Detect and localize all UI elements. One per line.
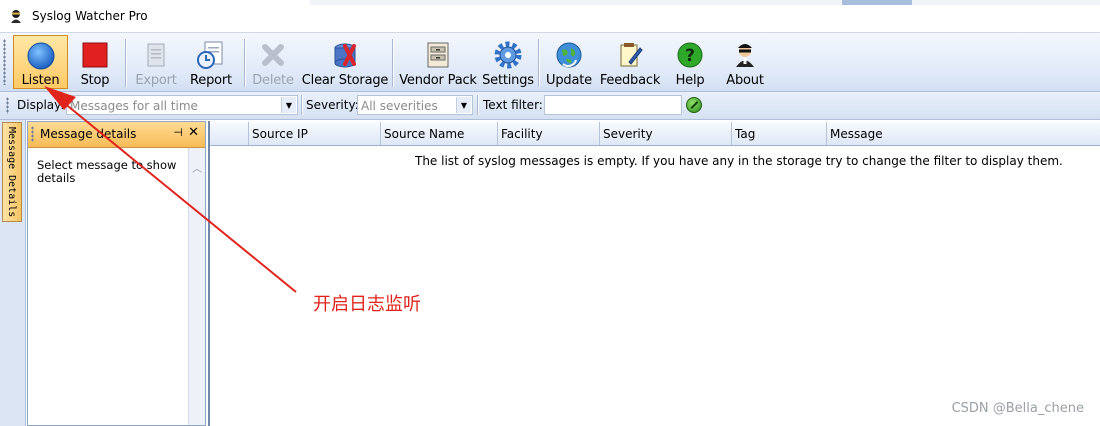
toolbar-separator <box>392 39 394 87</box>
about-button-label: About <box>726 73 764 88</box>
toolbar-separator <box>125 39 127 87</box>
clear-storage-button[interactable]: Clear Storage <box>302 35 388 89</box>
toolbar-grip[interactable] <box>3 39 6 85</box>
update-button-label: Update <box>546 73 592 88</box>
display-select[interactable]: Messages for all time ▼ <box>66 95 298 115</box>
background-window-highlight <box>842 0 912 5</box>
column-header-source-ip[interactable]: Source IP <box>248 122 380 145</box>
vendor-pack-button-label: Vendor Pack <box>399 73 477 88</box>
severity-label: Severity: <box>306 98 359 112</box>
watermark: CSDN @Bella_chene <box>951 401 1084 416</box>
column-header-source-name[interactable]: Source Name <box>380 122 497 145</box>
panel-body-text: Select message to show details <box>37 158 177 185</box>
toolbar-separator <box>244 39 246 87</box>
chevron-down-icon[interactable]: ▼ <box>456 97 471 113</box>
column-header-selector[interactable] <box>210 122 248 145</box>
apply-filter-icon[interactable] <box>686 97 702 113</box>
help-button[interactable]: ? Help <box>668 35 712 89</box>
empty-list-message: The list of syslog messages is empty. If… <box>415 154 1063 168</box>
chevron-down-icon[interactable]: ▼ <box>281 97 296 113</box>
column-header-message[interactable]: Message <box>826 122 1100 145</box>
settings-button-label: Settings <box>482 73 534 88</box>
panel-grip[interactable] <box>31 126 34 142</box>
message-grid: Source IP Source Name Facility Severity … <box>208 121 1100 426</box>
update-button[interactable]: Update <box>544 35 594 89</box>
globe-update-icon <box>553 39 585 71</box>
text-filter-label: Text filter: <box>483 98 543 112</box>
chevron-up-icon[interactable]: ︿ <box>192 160 202 175</box>
column-header-tag[interactable]: Tag <box>731 122 826 145</box>
filter-toolbar: Display: Messages for all time ▼ Severit… <box>0 92 1100 120</box>
cabinet-icon <box>422 39 454 71</box>
grid-header: Source IP Source Name Facility Severity … <box>210 122 1100 146</box>
close-icon[interactable]: ✕ <box>188 125 199 140</box>
panel-scrollbar[interactable]: ︿ <box>188 148 205 425</box>
main-toolbar: Listen Stop Export Report Delete Clear S… <box>0 33 1100 92</box>
display-select-value: Messages for all time <box>70 99 198 113</box>
filterbar-separator <box>477 95 479 115</box>
report-button[interactable]: Report <box>186 35 236 89</box>
window-title: Syslog Watcher Pro <box>32 9 148 23</box>
circle-blue-icon <box>25 40 57 71</box>
agent-icon <box>729 39 761 71</box>
gear-icon <box>492 39 524 71</box>
export-button[interactable]: Export <box>132 35 180 89</box>
column-header-facility[interactable]: Facility <box>497 122 599 145</box>
database-clear-icon <box>329 39 361 71</box>
stop-button-label: Stop <box>80 73 110 88</box>
settings-button[interactable]: Settings <box>482 35 534 89</box>
feedback-button-label: Feedback <box>599 73 661 88</box>
panel-header: Message details ⊣ ✕ <box>28 122 205 148</box>
report-clock-icon <box>195 39 227 71</box>
filterbar-grip[interactable] <box>6 97 9 114</box>
square-red-icon <box>79 39 111 71</box>
display-label: Display: <box>17 98 65 112</box>
panel-title: Message details <box>40 127 137 141</box>
question-icon: ? <box>674 39 706 71</box>
export-button-label: Export <box>135 73 177 88</box>
pin-icon[interactable]: ⊣ <box>173 126 183 139</box>
filterbar-separator <box>301 95 303 115</box>
app-logo-icon <box>11 10 21 23</box>
help-button-label: Help <box>675 73 705 88</box>
listen-button-label: Listen <box>21 73 60 88</box>
annotation-text: 开启日志监听 <box>313 294 421 315</box>
text-filter-input[interactable] <box>544 95 682 115</box>
background-window-strip <box>310 0 1100 5</box>
delete-button-label: Delete <box>252 73 294 88</box>
notepad-pen-icon <box>614 39 646 71</box>
severity-select[interactable]: All severities ▼ <box>357 95 473 115</box>
message-details-side-tab[interactable]: Message Details <box>2 122 22 222</box>
delete-x-icon <box>257 39 289 71</box>
about-button[interactable]: About <box>722 35 768 89</box>
delete-button[interactable]: Delete <box>251 35 295 89</box>
clear-storage-button-label: Clear Storage <box>301 73 389 88</box>
report-button-label: Report <box>190 73 232 88</box>
side-tab-label: Message Details <box>6 127 17 218</box>
stop-button[interactable]: Stop <box>72 35 118 89</box>
severity-select-value: All severities <box>361 99 438 113</box>
message-details-panel: Message details ⊣ ✕ Select message to sh… <box>27 121 206 426</box>
column-header-severity[interactable]: Severity <box>599 122 731 145</box>
vendor-pack-button[interactable]: Vendor Pack <box>398 35 478 89</box>
feedback-button[interactable]: Feedback <box>598 35 662 89</box>
listen-button[interactable]: Listen <box>13 35 68 89</box>
document-export-icon <box>140 39 172 71</box>
svg-text:?: ? <box>685 46 695 66</box>
toolbar-separator <box>538 39 540 87</box>
